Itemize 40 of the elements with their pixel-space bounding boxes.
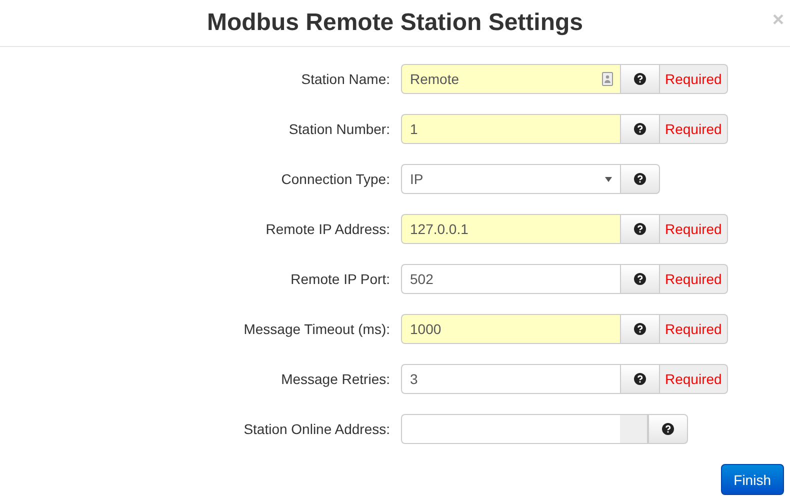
help-button[interactable] <box>620 314 660 344</box>
required-label: Required <box>660 264 728 294</box>
field-label: Remote IP Port: <box>290 271 390 287</box>
field-label: Message Retries: <box>280 371 390 387</box>
input-field[interactable]: 1 <box>401 114 620 144</box>
input-field[interactable]: Remote <box>401 64 620 94</box>
dialog-title: Modbus Remote Station Settings <box>206 9 583 37</box>
help-button[interactable] <box>620 164 660 194</box>
help-icon <box>634 123 646 135</box>
help-icon <box>634 173 646 185</box>
help-icon <box>662 423 674 435</box>
input-field[interactable]: 502 <box>401 264 620 294</box>
required-label: Required <box>660 64 728 94</box>
help-icon <box>634 273 646 285</box>
help-icon <box>634 323 646 335</box>
required-label: Required <box>660 114 728 144</box>
field-label: Remote IP Address: <box>264 221 390 237</box>
help-button[interactable] <box>620 214 660 244</box>
required-label: Required <box>660 314 728 344</box>
input-field[interactable]: 1000 <box>401 314 620 344</box>
help-icon <box>634 223 646 235</box>
help-button[interactable] <box>620 264 660 294</box>
select-field[interactable]: IP <box>401 164 620 194</box>
caret-icon <box>605 176 612 182</box>
field-label: Station Online Address: <box>242 421 390 437</box>
field-label: Message Timeout (ms): <box>242 321 390 337</box>
help-icon <box>634 373 646 385</box>
required-label: Required <box>660 214 728 244</box>
help-button[interactable] <box>620 364 660 394</box>
field-label: Station Name: <box>300 71 390 87</box>
help-button[interactable] <box>648 414 688 444</box>
help-button[interactable] <box>620 114 660 144</box>
field-label: Station Number: <box>288 121 390 137</box>
input-field[interactable]: 127.0.0.1 <box>401 214 620 244</box>
field-label: Connection Type: <box>280 171 390 187</box>
input-field[interactable]: 3 <box>401 364 620 394</box>
required-label: Required <box>660 364 728 394</box>
help-icon <box>634 73 646 85</box>
finish-button[interactable]: Finish <box>720 464 784 495</box>
help-button[interactable] <box>620 64 660 94</box>
